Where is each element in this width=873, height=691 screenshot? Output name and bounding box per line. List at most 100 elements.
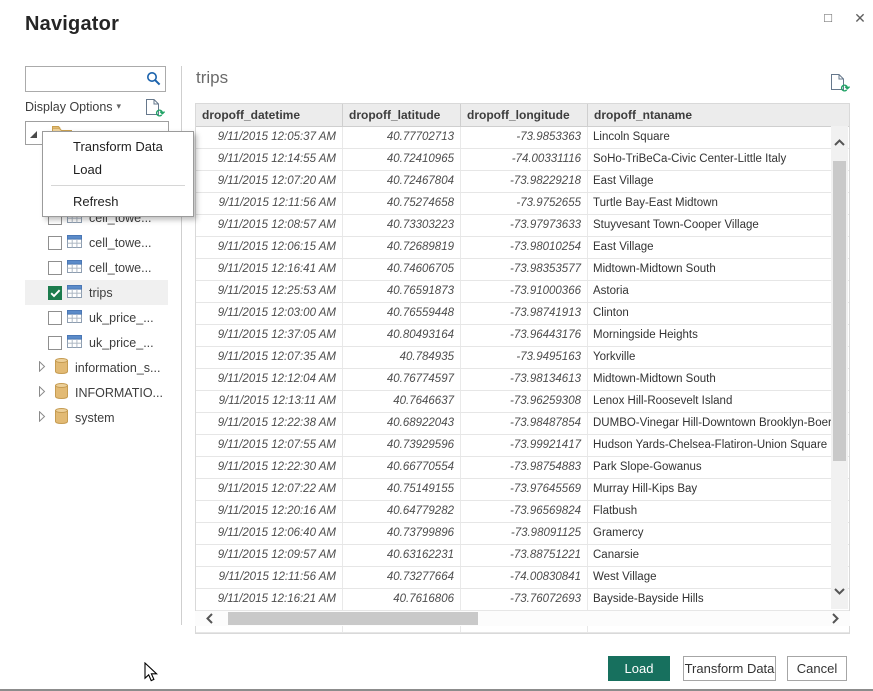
table-row[interactable]: 9/11/2015 12:09:57 AM40.63162231-73.8875… bbox=[196, 545, 849, 567]
unchecked-checkbox[interactable] bbox=[48, 261, 62, 275]
navigator-dialog: Navigator □ ✕ Display Options▾ ⟳ bbox=[0, 0, 873, 691]
display-options-dropdown[interactable]: Display Options bbox=[25, 100, 113, 114]
table-row[interactable]: 9/11/2015 12:16:41 AM40.74606705-73.9835… bbox=[196, 259, 849, 281]
table-cell: -73.96443176 bbox=[461, 325, 588, 346]
refresh-preview-icon[interactable]: ⟳ bbox=[146, 99, 161, 116]
table-cell: 9/11/2015 12:11:56 AM bbox=[196, 193, 343, 214]
table-cell: Bayside-Bayside Hills bbox=[588, 589, 849, 610]
chevron-down-icon: ▾ bbox=[117, 101, 122, 111]
tree-item-label: trips bbox=[89, 286, 113, 300]
tree-item-cell-towe[interactable]: cell_towe... bbox=[25, 230, 168, 255]
maximize-icon[interactable]: □ bbox=[816, 6, 840, 30]
table-row[interactable]: 9/11/2015 12:12:04 AM40.76774597-73.9813… bbox=[196, 369, 849, 391]
tree-item-trips[interactable]: trips bbox=[25, 280, 168, 305]
expand-icon[interactable] bbox=[25, 361, 55, 375]
data-preview-table: dropoff_datetimedropoff_latitudedropoff_… bbox=[195, 103, 850, 634]
search-input[interactable] bbox=[30, 69, 146, 91]
table-row[interactable]: 9/11/2015 12:07:55 AM40.73929596-73.9992… bbox=[196, 435, 849, 457]
expand-collapse-icon[interactable] bbox=[30, 131, 37, 138]
table-row[interactable]: 9/11/2015 12:07:20 AM40.72467804-73.9822… bbox=[196, 171, 849, 193]
column-header-dropoff-longitude[interactable]: dropoff_longitude bbox=[461, 104, 588, 126]
table-cell: 9/11/2015 12:06:15 AM bbox=[196, 237, 343, 258]
table-cell: 9/11/2015 12:16:21 AM bbox=[196, 589, 343, 610]
table-row[interactable]: 9/11/2015 12:06:15 AM40.72689819-73.9801… bbox=[196, 237, 849, 259]
scroll-right-icon[interactable] bbox=[831, 612, 840, 630]
unchecked-checkbox[interactable] bbox=[48, 236, 62, 250]
table-row[interactable]: 9/11/2015 12:37:05 AM40.80493164-73.9644… bbox=[196, 325, 849, 347]
table-body: 9/11/2015 12:05:37 AM40.77702713-73.9853… bbox=[196, 127, 849, 633]
table-cell: 9/11/2015 12:14:55 AM bbox=[196, 149, 343, 170]
tree-item-informatio[interactable]: INFORMATIO... bbox=[25, 380, 168, 405]
table-row[interactable]: 9/11/2015 12:08:57 AM40.73303223-73.9797… bbox=[196, 215, 849, 237]
table-cell: East Village bbox=[588, 171, 849, 192]
table-row[interactable]: 9/11/2015 12:16:21 AM40.7616806-73.76072… bbox=[196, 589, 849, 611]
table-cell: 40.75149155 bbox=[343, 479, 461, 500]
table-cell: 9/11/2015 12:37:05 AM bbox=[196, 325, 343, 346]
table-row[interactable]: 9/11/2015 12:22:38 AM40.68922043-73.9848… bbox=[196, 413, 849, 435]
scroll-left-icon[interactable] bbox=[205, 612, 214, 630]
search-box bbox=[25, 66, 166, 92]
table-cell: Stuyvesant Town-Cooper Village bbox=[588, 215, 849, 236]
tree-item-uk-price[interactable]: uk_price_... bbox=[25, 330, 168, 355]
column-header-dropoff-datetime[interactable]: dropoff_datetime bbox=[196, 104, 343, 126]
table-cell: -73.99921417 bbox=[461, 435, 588, 456]
table-cell: Gramercy bbox=[588, 523, 849, 544]
tree-item-uk-price[interactable]: uk_price_... bbox=[25, 305, 168, 330]
transform-data-button[interactable]: Transform Data bbox=[683, 656, 776, 681]
table-row[interactable]: 9/11/2015 12:22:30 AM40.66770554-73.9875… bbox=[196, 457, 849, 479]
menu-item-refresh[interactable]: Refresh bbox=[43, 190, 193, 213]
table-cell: -73.98134613 bbox=[461, 369, 588, 390]
scroll-up-icon[interactable] bbox=[833, 134, 846, 152]
menu-separator bbox=[51, 185, 185, 186]
table-row[interactable]: 9/11/2015 12:20:16 AM40.64779282-73.9656… bbox=[196, 501, 849, 523]
close-icon[interactable]: ✕ bbox=[848, 6, 872, 30]
table-cell: 9/11/2015 12:11:56 AM bbox=[196, 567, 343, 588]
expand-icon[interactable] bbox=[25, 386, 55, 400]
unchecked-checkbox[interactable] bbox=[48, 336, 62, 350]
tree-item-label: cell_towe... bbox=[89, 236, 152, 250]
table-cell: Murray Hill-Kips Bay bbox=[588, 479, 849, 500]
table-cell: 40.76559448 bbox=[343, 303, 461, 324]
scroll-down-icon[interactable] bbox=[833, 583, 846, 601]
search-icon[interactable] bbox=[146, 71, 161, 91]
tree-item-information-s[interactable]: information_s... bbox=[25, 355, 168, 380]
table-cell: 40.68922043 bbox=[343, 413, 461, 434]
table-row[interactable]: 9/11/2015 12:13:11 AM40.7646637-73.96259… bbox=[196, 391, 849, 413]
table-row[interactable]: 9/11/2015 12:11:56 AM40.75274658-73.9752… bbox=[196, 193, 849, 215]
table-cell: 9/11/2015 12:22:38 AM bbox=[196, 413, 343, 434]
menu-item-transform-data[interactable]: Transform Data bbox=[43, 135, 193, 158]
horizontal-scrollbar-thumb[interactable] bbox=[228, 612, 478, 625]
table-row[interactable]: 9/11/2015 12:25:53 AM40.76591873-73.9100… bbox=[196, 281, 849, 303]
table-cell: -73.97973633 bbox=[461, 215, 588, 236]
table-icon bbox=[67, 260, 89, 276]
table-cell: -73.98353577 bbox=[461, 259, 588, 280]
unchecked-checkbox[interactable] bbox=[48, 311, 62, 325]
table-cell: Flatbush bbox=[588, 501, 849, 522]
vertical-scrollbar[interactable] bbox=[831, 126, 848, 609]
table-cell: 40.74606705 bbox=[343, 259, 461, 280]
vertical-scrollbar-thumb[interactable] bbox=[833, 161, 846, 461]
table-row[interactable]: 9/11/2015 12:07:35 AM40.784935-73.949516… bbox=[196, 347, 849, 369]
column-header-dropoff-ntaname[interactable]: dropoff_ntaname bbox=[588, 104, 849, 126]
horizontal-scrollbar[interactable] bbox=[195, 611, 850, 626]
refresh-preview-icon[interactable]: ⟳ bbox=[831, 74, 846, 91]
tree-item-system[interactable]: system bbox=[25, 405, 168, 430]
menu-item-load[interactable]: Load bbox=[43, 158, 193, 181]
checked-checkbox[interactable] bbox=[48, 286, 62, 300]
table-cell: 40.64779282 bbox=[343, 501, 461, 522]
table-cell: Midtown-Midtown South bbox=[588, 259, 849, 280]
table-row[interactable]: 9/11/2015 12:14:55 AM40.72410965-74.0033… bbox=[196, 149, 849, 171]
table-cell: Lenox Hill-Roosevelt Island bbox=[588, 391, 849, 412]
table-row[interactable]: 9/11/2015 12:07:22 AM40.75149155-73.9764… bbox=[196, 479, 849, 501]
tree-item-cell-towe[interactable]: cell_towe... bbox=[25, 255, 168, 280]
table-row[interactable]: 9/11/2015 12:11:56 AM40.73277664-74.0083… bbox=[196, 567, 849, 589]
cancel-button[interactable]: Cancel bbox=[787, 656, 847, 681]
table-cell: 40.80493164 bbox=[343, 325, 461, 346]
table-row[interactable]: 9/11/2015 12:05:37 AM40.77702713-73.9853… bbox=[196, 127, 849, 149]
table-cell: 40.66770554 bbox=[343, 457, 461, 478]
table-row[interactable]: 9/11/2015 12:03:00 AM40.76559448-73.9874… bbox=[196, 303, 849, 325]
table-row[interactable]: 9/11/2015 12:06:40 AM40.73799896-73.9809… bbox=[196, 523, 849, 545]
load-button[interactable]: Load bbox=[608, 656, 670, 681]
column-header-dropoff-latitude[interactable]: dropoff_latitude bbox=[343, 104, 461, 126]
expand-icon[interactable] bbox=[25, 411, 55, 425]
